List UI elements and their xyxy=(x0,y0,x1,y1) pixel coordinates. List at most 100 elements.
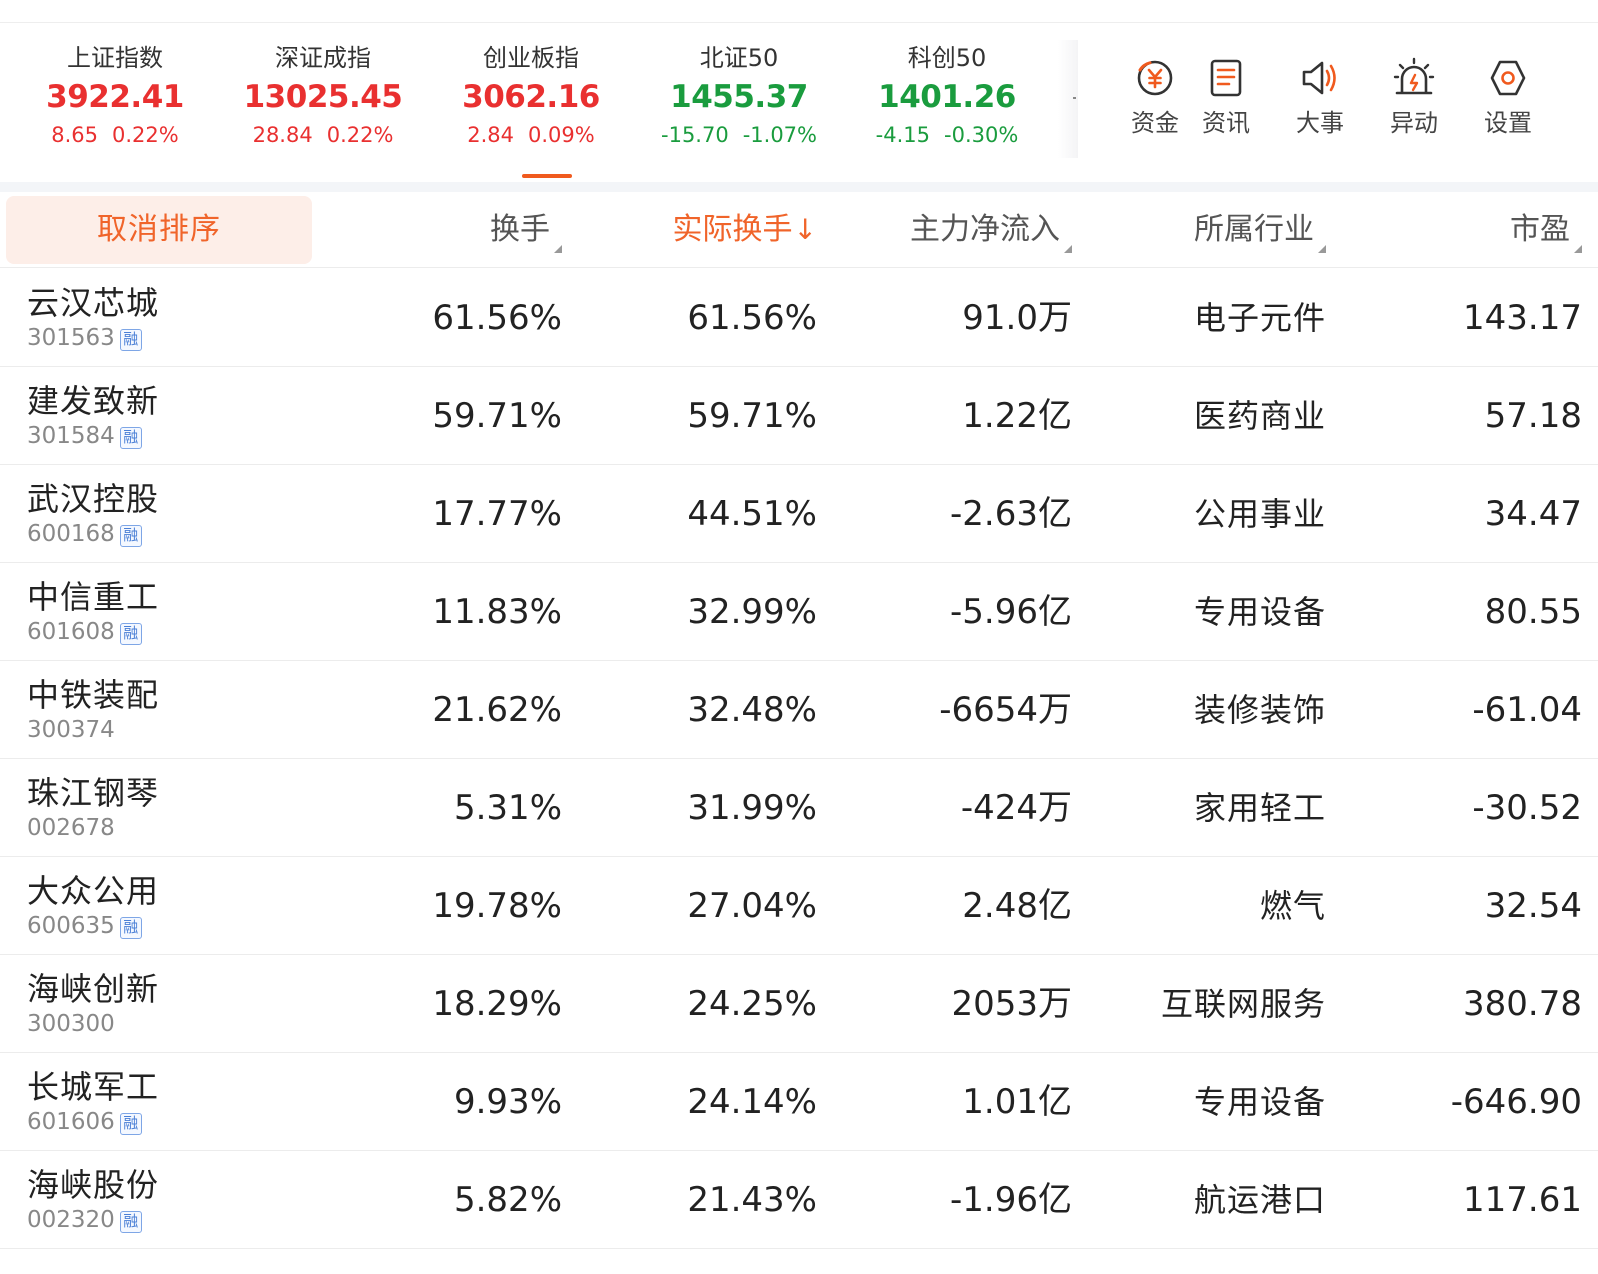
tool-label: 设置 xyxy=(1484,109,1532,137)
stock-name: 中铁装配 xyxy=(27,676,160,714)
active-index-indicator xyxy=(522,174,572,178)
pe-cell: 143.17 xyxy=(1463,298,1582,338)
table-row[interactable]: 建发致新 301584 融 59.71% 59.71% 1.22亿 医药商业 57… xyxy=(0,367,1598,465)
pe-cell: 57.18 xyxy=(1484,396,1582,436)
pe-cell: 117.61 xyxy=(1463,1180,1582,1220)
tool-label: 异动 xyxy=(1390,109,1438,137)
margin-badge-icon: 融 xyxy=(119,427,142,449)
actual-turnover-cell: 59.71% xyxy=(687,396,817,436)
column-header-turnover[interactable]: 换手 xyxy=(380,196,562,264)
stock-name: 长城军工 xyxy=(27,1068,160,1106)
index-ticker-strip[interactable]: 上证指数 3922.41 8.65 0.22% 深证成指 13025.45 28.… xyxy=(0,40,1075,170)
stock-name: 中信重工 xyxy=(27,578,160,616)
stock-code-cell: 600635 融 xyxy=(27,911,142,941)
industry-cell: 医药商业 xyxy=(1193,397,1326,435)
inflow-cell: -5.96亿 xyxy=(950,592,1072,632)
table-row[interactable]: 武汉控股 600168 融 17.77% 44.51% -2.63亿 公用事业 3… xyxy=(0,465,1598,563)
table-row[interactable]: 长城军工 601606 融 9.93% 24.14% 1.01亿 专用设备 -64… xyxy=(0,1053,1598,1151)
index-item-bz50[interactable]: 北证50 1455.37 -15.70 -1.07% xyxy=(634,40,844,152)
stock-name: 建发致新 xyxy=(27,382,160,420)
cancel-sort-button[interactable]: 取消排序 xyxy=(6,196,312,264)
turnover-cell: 9.93% xyxy=(453,1082,562,1122)
turnover-cell: 59.71% xyxy=(432,396,562,436)
section-band xyxy=(0,182,1598,192)
turnover-cell: 11.83% xyxy=(432,592,562,632)
margin-badge-icon: 融 xyxy=(119,329,142,351)
tool-news-button[interactable]: 资讯 xyxy=(1181,56,1271,138)
column-header-actual-turnover[interactable]: 实际换手↓ xyxy=(600,196,817,264)
table-header: 取消排序 换手 实际换手↓ 主力净流入 所属行业 市盈 xyxy=(0,196,1598,268)
table-row[interactable]: 中信重工 601608 融 11.83% 32.99% -5.96亿 专用设备 8… xyxy=(0,563,1598,661)
settings-icon xyxy=(1490,60,1526,96)
inflow-cell: 2.48亿 xyxy=(962,886,1072,926)
stock-code-cell: 301584 融 xyxy=(27,421,142,451)
industry-cell: 家用轻工 xyxy=(1193,789,1326,827)
index-name: 科创50 xyxy=(907,44,987,72)
inflow-cell: 1.01亿 xyxy=(962,1082,1072,1122)
stock-code-cell: 300374 xyxy=(27,717,115,743)
tool-label: 资讯 xyxy=(1202,109,1250,137)
margin-badge-icon: 融 xyxy=(119,917,142,939)
inflow-cell: 91.0万 xyxy=(962,298,1072,338)
table-row[interactable]: 海峡创新 300300 18.29% 24.25% 2053万 互联网服务 38… xyxy=(0,955,1598,1053)
column-header-industry[interactable]: 所属行业 xyxy=(1100,196,1326,264)
index-value: 3062.16 xyxy=(462,79,600,115)
inflow-cell: 1.22亿 xyxy=(962,396,1072,436)
tool-events-button[interactable]: 大事 xyxy=(1275,56,1365,138)
index-change: 8.65 0.22% xyxy=(51,123,179,147)
industry-cell: 航运港口 xyxy=(1193,1181,1326,1219)
industry-cell: 燃气 xyxy=(1259,887,1326,925)
table-row[interactable]: 中铁装配 300374 21.62% 32.48% -6654万 装修装饰 -6… xyxy=(0,661,1598,759)
index-item-sz[interactable]: 深证成指 13025.45 28.84 0.22% xyxy=(218,40,428,152)
stock-name: 云汉芯城 xyxy=(27,284,160,322)
stock-code-cell: 002678 xyxy=(27,815,115,841)
actual-turnover-cell: 32.48% xyxy=(687,690,817,730)
inflow-cell: -1.96亿 xyxy=(950,1180,1072,1220)
index-name: 北证50 xyxy=(699,44,779,72)
table-row[interactable]: 海峡股份 002320 融 5.82% 21.43% -1.96亿 航运港口 11… xyxy=(0,1151,1598,1249)
industry-cell: 专用设备 xyxy=(1193,1083,1326,1121)
stock-code-cell: 601606 融 xyxy=(27,1107,142,1137)
table-row[interactable]: 珠江钢琴 002678 5.31% 31.99% -424万 家用轻工 -30.… xyxy=(0,759,1598,857)
table-row[interactable]: 云汉芯城 301563 融 61.56% 61.56% 91.0万 电子元件 14… xyxy=(0,269,1598,367)
index-item-sh[interactable]: 上证指数 3922.41 8.65 0.22% xyxy=(10,40,220,152)
stock-name: 武汉控股 xyxy=(27,480,160,518)
margin-badge-icon: 融 xyxy=(119,1113,142,1135)
stock-list: 云汉芯城 301563 融 61.56% 61.56% 91.0万 电子元件 14… xyxy=(0,269,1598,1249)
stock-code-cell: 300300 xyxy=(27,1011,115,1037)
sort-triangle-icon xyxy=(554,245,562,253)
inflow-cell: -6654万 xyxy=(939,690,1072,730)
column-header-main-inflow[interactable]: 主力净流入 xyxy=(850,196,1072,264)
actual-turnover-cell: 24.14% xyxy=(687,1082,817,1122)
sort-triangle-icon xyxy=(1318,245,1326,253)
index-value: 3922.41 xyxy=(46,79,184,115)
actual-turnover-cell: 61.56% xyxy=(687,298,817,338)
industry-cell: 装修装饰 xyxy=(1193,691,1326,729)
turnover-cell: 61.56% xyxy=(432,298,562,338)
news-icon xyxy=(1210,59,1242,97)
sort-desc-arrow-icon: ↓ xyxy=(793,213,817,246)
tool-label: 大事 xyxy=(1296,109,1344,137)
index-item-kc50[interactable]: 科创50 1401.26 -4.15 -0.30% xyxy=(842,40,1052,152)
tool-settings-button[interactable]: 设置 xyxy=(1463,56,1553,138)
turnover-cell: 21.62% xyxy=(432,690,562,730)
tool-anomaly-button[interactable]: 异动 xyxy=(1369,56,1459,138)
actual-turnover-cell: 44.51% xyxy=(687,494,817,534)
stock-code-cell: 601608 融 xyxy=(27,617,142,647)
margin-badge-icon: 融 xyxy=(119,1211,142,1233)
column-header-pe[interactable]: 市盈 xyxy=(1370,196,1582,264)
table-row[interactable]: 大众公用 600635 融 19.78% 27.04% 2.48亿 燃气 32.5… xyxy=(0,857,1598,955)
index-value: 1401.26 xyxy=(878,79,1016,115)
index-item-cyb[interactable]: 创业板指 3062.16 2.84 0.09% xyxy=(426,40,636,152)
alarm-icon xyxy=(1393,57,1435,95)
turnover-cell: 18.29% xyxy=(432,984,562,1024)
margin-badge-icon: 融 xyxy=(119,525,142,547)
index-value: 1455.37 xyxy=(670,79,808,115)
top-divider xyxy=(0,22,1598,23)
industry-cell: 公用事业 xyxy=(1193,495,1326,533)
pe-cell: -61.04 xyxy=(1472,690,1582,730)
industry-cell: 互联网服务 xyxy=(1160,985,1326,1023)
megaphone-icon xyxy=(1302,61,1336,95)
inflow-cell: 2053万 xyxy=(951,984,1072,1024)
industry-cell: 专用设备 xyxy=(1193,593,1326,631)
